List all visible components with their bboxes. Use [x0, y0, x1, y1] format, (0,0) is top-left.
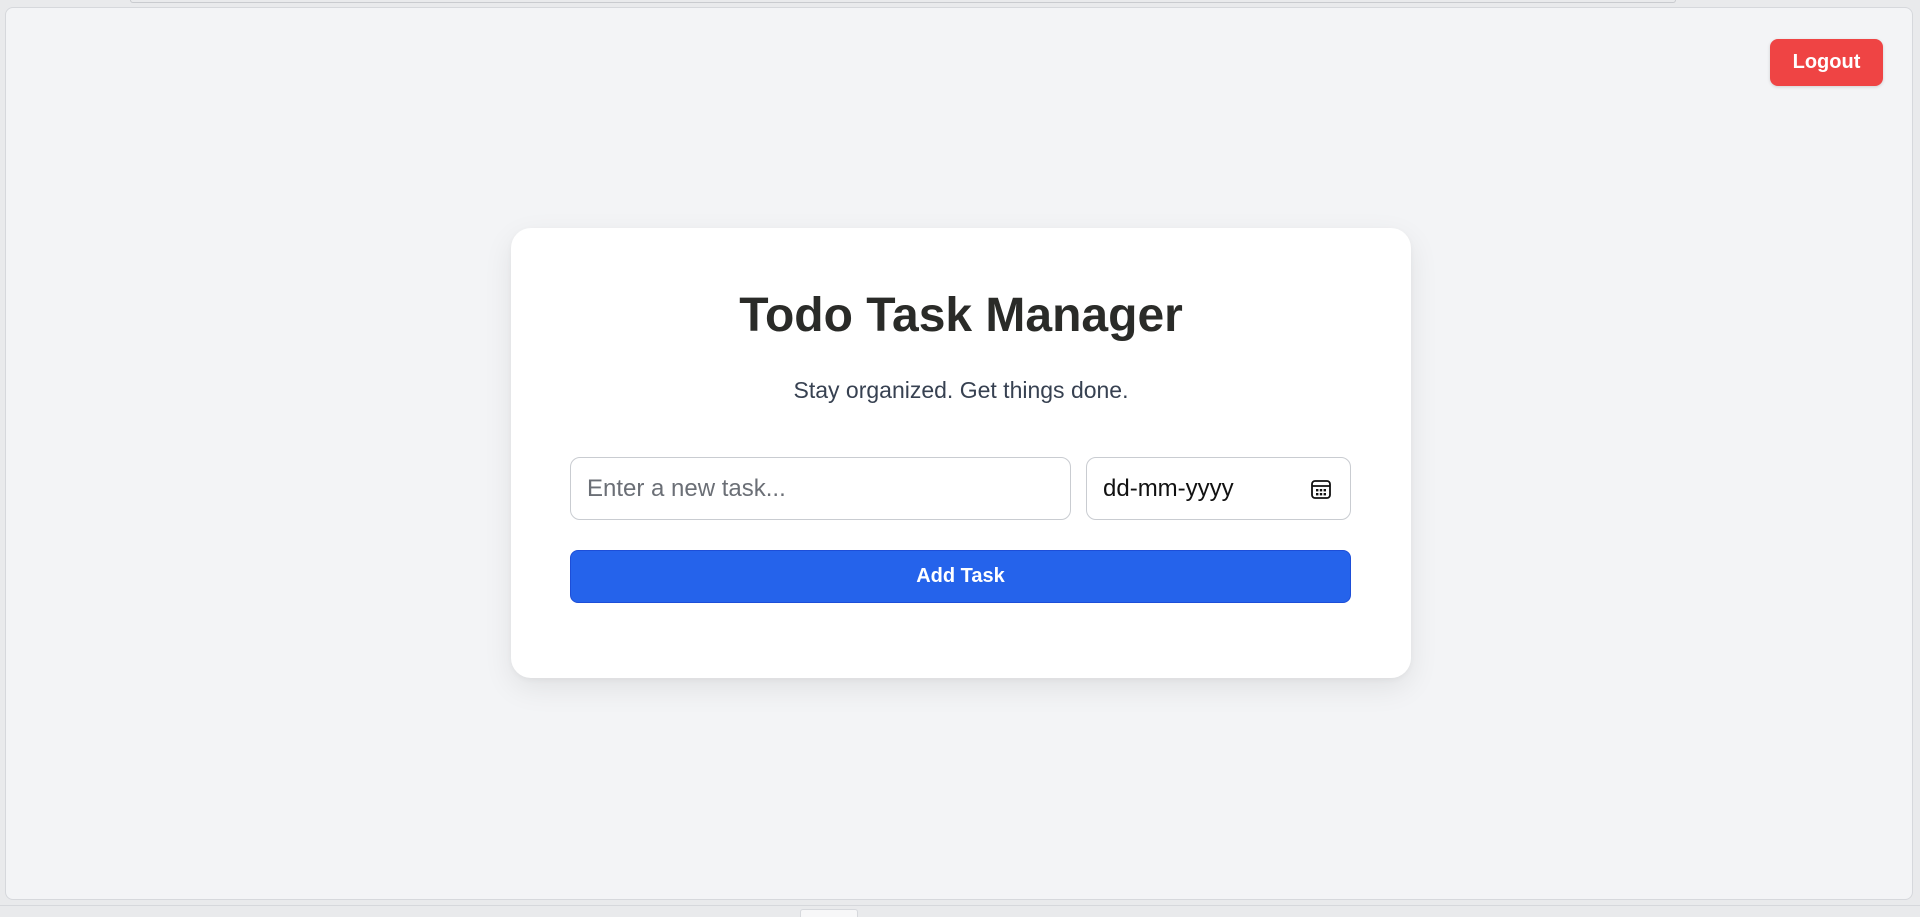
page-subtitle: Stay organized. Get things done.	[793, 377, 1129, 403]
due-date-field[interactable]: dd-mm-yyyy	[1086, 457, 1351, 520]
browser-bottom-bar	[0, 905, 1920, 917]
calendar-icon[interactable]	[1310, 478, 1332, 500]
add-task-button[interactable]: Add Task	[570, 550, 1351, 603]
logout-button[interactable]: Logout	[1770, 39, 1883, 86]
add-task-form: dd-mm-yyyy	[570, 457, 1351, 520]
browser-chrome-edge	[130, 0, 1676, 3]
todo-card: Todo Task Manager Stay organized. Get th…	[511, 228, 1411, 678]
task-input[interactable]	[570, 457, 1071, 520]
page-title: Todo Task Manager	[739, 289, 1183, 342]
due-date-placeholder: dd-mm-yyyy	[1103, 475, 1234, 502]
page-viewport: Logout Todo Task Manager Stay organized.…	[5, 7, 1913, 900]
